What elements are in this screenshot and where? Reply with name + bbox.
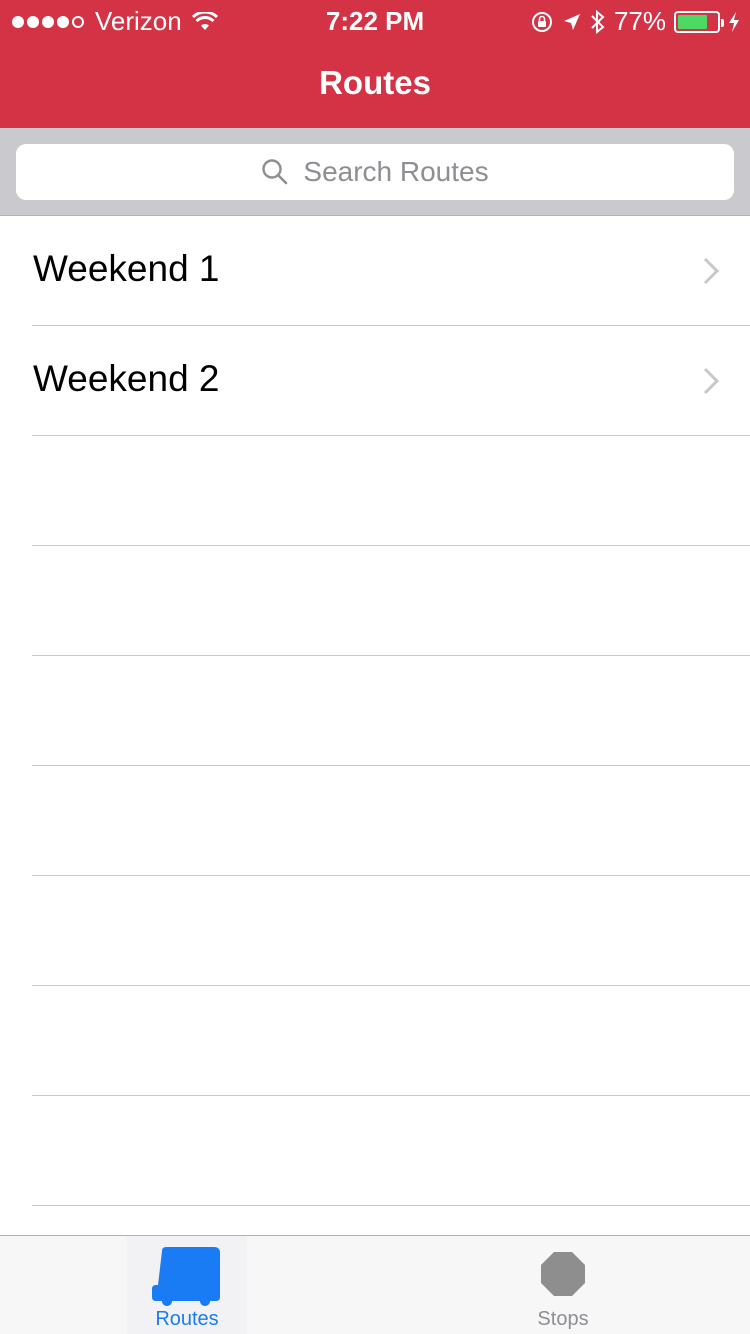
chevron-right-icon xyxy=(703,257,720,285)
battery-icon xyxy=(674,10,724,33)
orientation-lock-icon xyxy=(531,11,552,32)
search-placeholder: Search Routes xyxy=(303,156,489,187)
route-label: Weekend 2 xyxy=(33,358,220,399)
list-item[interactable]: Weekend 2 xyxy=(0,326,750,436)
location-arrow-icon xyxy=(563,13,580,30)
search-input[interactable]: Search Routes xyxy=(16,144,734,200)
battery-percent: 77% xyxy=(613,6,666,36)
empty-row xyxy=(0,986,750,1096)
tab-stops[interactable]: Stops xyxy=(503,1236,623,1334)
empty-row xyxy=(0,766,750,876)
bus-icon xyxy=(152,1247,220,1306)
status-bar: Verizon 7:22 PM 77% xyxy=(0,0,750,40)
charging-bolt-icon xyxy=(729,11,739,32)
battery-level xyxy=(678,14,708,29)
empty-row xyxy=(0,436,750,546)
navigation-header: Verizon 7:22 PM 77% Routes xyxy=(0,0,750,128)
search-icon xyxy=(262,159,288,185)
list-item[interactable]: Weekend 1 xyxy=(0,216,750,326)
tab-routes[interactable]: Routes xyxy=(127,1236,247,1334)
route-label: Weekend 1 xyxy=(33,248,220,289)
chevron-right-icon xyxy=(703,367,720,395)
empty-row xyxy=(0,656,750,766)
tab-label: Stops xyxy=(537,1308,589,1330)
tab-label: Routes xyxy=(155,1308,219,1330)
routes-list: Weekend 1 Weekend 2 xyxy=(0,216,750,1316)
bluetooth-icon xyxy=(591,9,605,34)
status-right: 77% xyxy=(522,6,740,37)
search-bar: Search Routes xyxy=(0,128,750,216)
empty-row xyxy=(0,876,750,986)
empty-row xyxy=(0,1096,750,1206)
page-title: Routes xyxy=(319,64,431,101)
stop-sign-icon xyxy=(541,1252,585,1296)
tab-bar: Routes Stops xyxy=(0,1235,750,1334)
empty-row xyxy=(0,546,750,656)
